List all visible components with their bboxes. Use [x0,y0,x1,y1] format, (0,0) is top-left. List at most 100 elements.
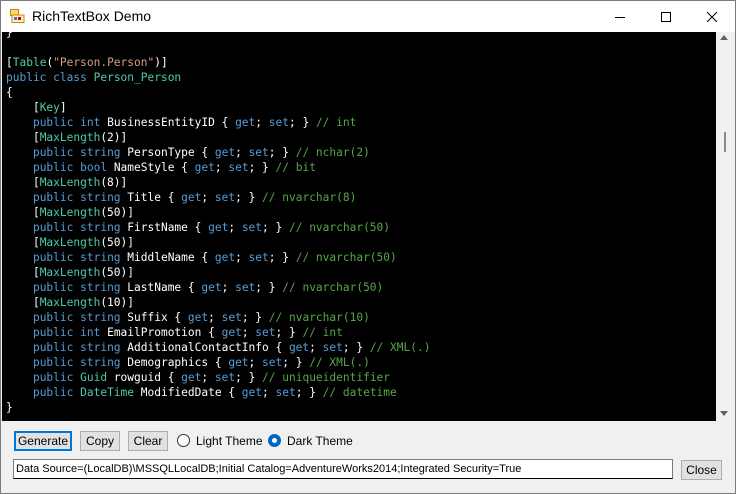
code-token-text: ; [248,356,263,369]
code-token-text: [ [6,206,40,219]
close-window-button[interactable] [689,1,735,32]
code-token-text: { [6,86,13,99]
light-theme-radio[interactable] [177,434,190,447]
code-line: [Table("Person.Person")] [6,55,430,70]
code-token-text: ; [235,251,249,264]
maximize-icon [661,11,671,22]
code-token-keyword: get [187,311,209,324]
code-token-text: } [6,401,13,414]
code-token-text: ; } [235,191,263,204]
code-token-text: ; } [255,281,283,294]
code-token-keyword: string [80,221,121,234]
maximize-button[interactable] [643,1,689,32]
code-token-text: BusinessEntityID { [100,116,236,129]
code-token-string: "Person.Person" [53,56,155,69]
code-editor[interactable]: } [Table("Person.Person")] public class Pe… [2,32,716,421]
code-token-keyword: set [221,311,242,324]
code-token-keyword: set [228,161,249,174]
code-token-keyword: string [80,311,121,324]
code-token-keyword: set [262,356,283,369]
code-token-type: MaxLength [39,266,101,279]
vertical-scrollbar[interactable] [716,32,734,421]
scroll-down-arrow-icon[interactable] [720,411,728,416]
code-token-keyword: public [32,146,74,159]
code-token-text: (8)] [100,176,128,189]
code-token-text: ; [201,371,215,384]
light-theme-label[interactable]: Light Theme [196,434,263,448]
code-token-comment: // nvarchar(50) [282,281,384,294]
code-token-text: ; [214,161,229,174]
code-token-text: [ [6,266,40,279]
code-token-keyword: class [53,71,87,84]
generate-button[interactable]: Generate [14,431,72,451]
code-line: public string Demographics { get; set; }… [6,355,430,370]
code-token-text: ; [255,116,269,129]
code-token-keyword: get [221,326,242,339]
code-line: public bool NameStyle { get; set; } // b… [6,160,430,175]
code-line: public string FirstName { get; set; } //… [6,220,430,235]
code-line: public int EmailPromotion { get; set; } … [6,325,430,340]
code-token-text: ; [262,386,276,399]
code-token-text: ; } [342,341,370,354]
code-token-keyword: bool [80,161,108,174]
code-token-text: ; [241,326,256,339]
code-token-text: (50)] [100,266,134,279]
code-token-keyword: public [32,191,74,204]
copy-button[interactable]: Copy [80,431,120,451]
code-token-text: MiddleName { [120,251,215,264]
code-token-text: [ [6,101,40,114]
code-token-keyword: get [208,221,229,234]
code-line: public DateTime ModifiedDate { get; set;… [6,385,430,400]
minimize-button[interactable] [597,1,643,32]
code-token-text: ; } [262,221,289,234]
dark-theme-radio[interactable] [268,434,281,447]
connection-string-input[interactable]: Data Source=(LocalDB)\MSSQLLocalDB;Initi… [13,459,673,479]
code-token-keyword: get [194,161,215,174]
close-button[interactable]: Close [681,460,722,480]
code-token-comment: // int [302,326,343,339]
clear-button[interactable]: Clear [128,431,168,451]
code-token-text: ; } [248,161,276,174]
code-token-keyword: public [32,251,74,264]
code-token-type: MaxLength [39,296,101,309]
code-token-text: AdditionalContactInfo { [120,341,289,354]
code-token-comment: // int [315,116,357,129]
code-token-text: ; [309,341,323,354]
scroll-thumb[interactable] [724,132,726,152]
scroll-up-arrow-icon[interactable] [720,35,728,40]
code-token-type: Table [12,56,47,69]
code-token-text: PersonType { [120,146,215,159]
code-line: public string AdditionalContactInfo { ge… [6,340,430,355]
dark-theme-label[interactable]: Dark Theme [287,434,353,448]
code-token-text: FirstName { [120,221,209,234]
close-icon [707,11,717,22]
code-token-keyword: get [235,116,256,129]
code-token-keyword: set [322,341,343,354]
code-token-keyword: get [214,146,236,159]
code-line: public string Suffix { get; set; } // nv… [6,310,430,325]
window-title: RichTextBox Demo [32,8,152,24]
code-token-comment: // nvarchar(8) [262,191,357,204]
code-token-comment: // nvarchar(50) [288,221,391,234]
code-token-text: ; } [268,251,296,264]
code-token-keyword: set [248,251,269,264]
code-line: { [6,85,430,100]
code-token-text: (50)] [100,206,134,219]
title-bar[interactable]: RichTextBox Demo [1,1,735,32]
code-token-comment: // bit [275,161,316,174]
code-token-text: ; [228,221,242,234]
code-token-keyword: public [32,311,74,324]
code-token-text: )] [154,56,168,69]
code-token-comment: // uniqueidentifier [262,371,391,384]
code-token-text: Suffix { [120,311,188,324]
code-token-keyword: public [32,356,74,369]
code-token-keyword: public [32,161,74,174]
